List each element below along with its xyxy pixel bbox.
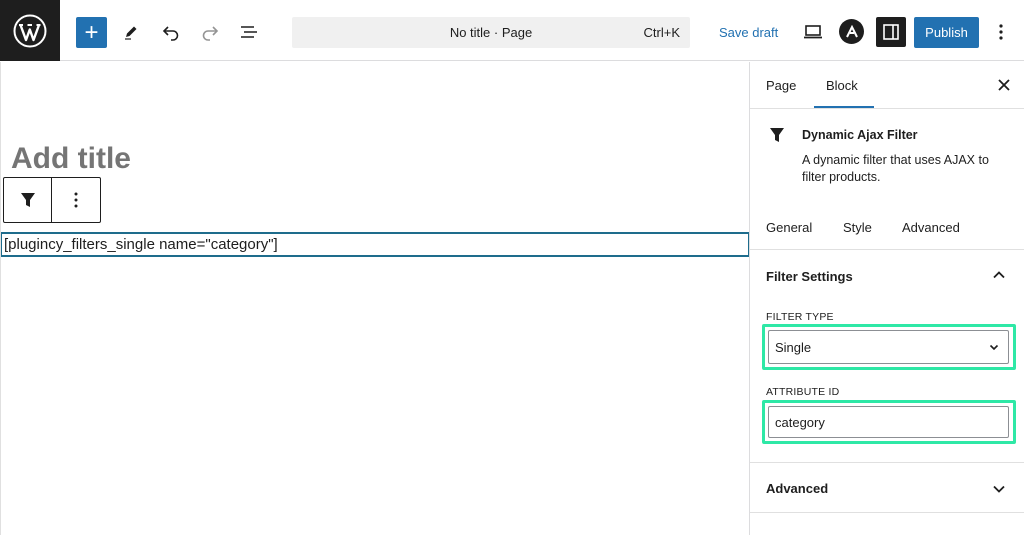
block-card: Dynamic Ajax Filter A dynamic filter tha… [750,110,1024,200]
shortcode-block[interactable]: [plugincy_filters_single name="category"… [1,232,750,257]
vertical-ellipsis-icon [74,192,78,208]
close-sidebar-button[interactable] [994,75,1014,95]
settings-toggle-button[interactable] [876,17,906,47]
document-overview-button[interactable] [236,19,262,45]
sidebar-tabs: Page Block [750,62,1024,109]
plus-icon: + [84,18,99,46]
block-settings-tabs: General Style Advanced [750,204,1024,250]
pencil-icon [125,26,137,40]
sidebar-icon [883,24,899,40]
options-menu-button[interactable] [990,19,1012,45]
attribute-id-input[interactable]: category [768,406,1009,438]
block-name: Dynamic Ajax Filter [802,128,918,142]
tab-style[interactable]: Style [843,220,872,235]
active-tab-indicator [814,106,874,108]
editor-canvas[interactable]: Add title [plugincy_filters_single name=… [0,62,750,535]
attribute-id-label: ATTRIBUTE ID [766,386,840,398]
tab-advanced[interactable]: Advanced [902,220,960,235]
filter-type-value: Single [775,340,812,355]
tab-general[interactable]: General [766,220,812,235]
block-description: A dynamic filter that uses AJAX to filte… [802,153,989,184]
undo-icon [162,26,179,41]
editor-top-bar: + No title · Page Ctrl+K Save draft Publ… [0,0,1024,61]
filter-settings-panel-header[interactable]: Filter Settings [750,251,1024,299]
chevron-down-icon [989,344,999,351]
settings-sidebar: Page Block Dynamic Ajax Filter A dynamic… [749,62,1024,535]
chevron-down-icon [993,485,1005,493]
redo-button[interactable] [197,19,223,45]
plugin-logo-icon [845,24,858,37]
chevron-up-icon [993,271,1005,279]
list-view-icon [241,26,257,38]
block-options-button[interactable] [52,178,100,222]
close-icon [998,79,1010,91]
advanced-panel-title: Advanced [766,481,829,496]
keyboard-shortcut: Ctrl+K [643,25,680,40]
block-toolbar [3,177,101,223]
undo-button[interactable] [158,19,184,45]
filter-type-label: FILTER TYPE [766,311,834,323]
tab-page[interactable]: Page [766,78,796,93]
publish-button[interactable]: Publish [914,17,979,48]
filter-type-select[interactable]: Single [768,330,1009,364]
block-type-button[interactable] [4,178,52,222]
filter-settings-title: Filter Settings [766,269,853,284]
add-block-button[interactable]: + [76,17,107,48]
save-draft-button[interactable]: Save draft [719,25,778,40]
wordpress-icon [13,14,47,47]
funnel-icon [770,128,784,142]
tools-button[interactable] [118,19,144,45]
plugin-button[interactable] [839,19,864,44]
command-palette-bar[interactable]: No title · Page Ctrl+K [292,17,690,48]
wordpress-logo-button[interactable] [0,0,60,61]
post-title-placeholder[interactable]: Add title [11,142,131,176]
attribute-id-value: category [775,415,825,430]
redo-icon [202,26,219,41]
vertical-ellipsis-icon [999,24,1003,40]
laptop-icon [804,25,822,39]
advanced-panel-header[interactable]: Advanced [750,462,1024,513]
tab-block[interactable]: Block [826,78,858,93]
funnel-icon [20,193,35,207]
document-title: No title · Page [449,25,533,40]
preview-button[interactable] [800,19,826,45]
